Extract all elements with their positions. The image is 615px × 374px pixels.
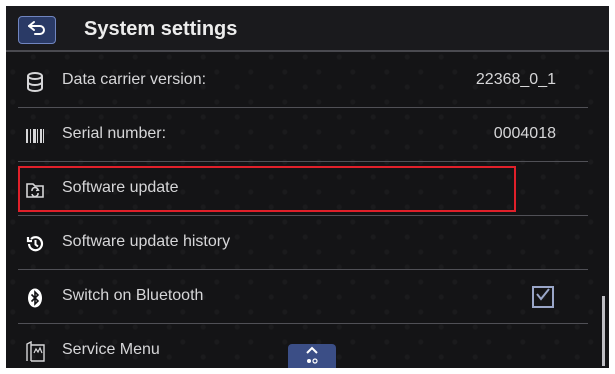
scrollbar[interactable]: [602, 296, 605, 366]
serial-number-value: 0004018: [493, 125, 556, 142]
row-divider: [18, 269, 588, 270]
database-icon: [24, 71, 46, 93]
header-divider: [6, 50, 609, 52]
serial-number-row: Serial number: 0004018: [6, 110, 596, 162]
barcode-icon: [24, 125, 46, 147]
service-menu-icon: [24, 341, 46, 363]
header-bar: System settings: [6, 6, 609, 52]
row-divider: [18, 161, 588, 162]
data-carrier-version-value: 22368_0_1: [475, 71, 556, 88]
back-button[interactable]: [18, 16, 56, 44]
service-menu-label: Service Menu: [62, 341, 160, 358]
bluetooth-label: Switch on Bluetooth: [62, 287, 204, 304]
chevron-up-icon: [302, 344, 322, 368]
checkmark-icon: [535, 287, 551, 307]
back-arrow-icon: [27, 20, 47, 41]
bluetooth-toggle-row[interactable]: Switch on Bluetooth: [6, 272, 596, 324]
bluetooth-checkbox[interactable]: [532, 286, 554, 308]
software-update-history-label: Software update history: [62, 233, 231, 250]
selection-highlight: [18, 166, 516, 212]
data-carrier-version-label: Data carrier version:: [62, 71, 207, 88]
scroll-up-button[interactable]: [288, 344, 336, 368]
row-divider: [18, 323, 588, 324]
serial-number-label: Serial number:: [62, 125, 167, 142]
page-title: System settings: [84, 18, 238, 40]
history-icon: [24, 233, 46, 255]
row-divider: [18, 107, 588, 108]
screen: System settings Data carrier version: 22…: [6, 6, 609, 368]
software-update-history-item[interactable]: Software update history: [6, 218, 596, 270]
data-carrier-version-row: Data carrier version: 22368_0_1: [6, 56, 596, 108]
bluetooth-icon: [24, 287, 46, 309]
row-divider: [18, 215, 588, 216]
